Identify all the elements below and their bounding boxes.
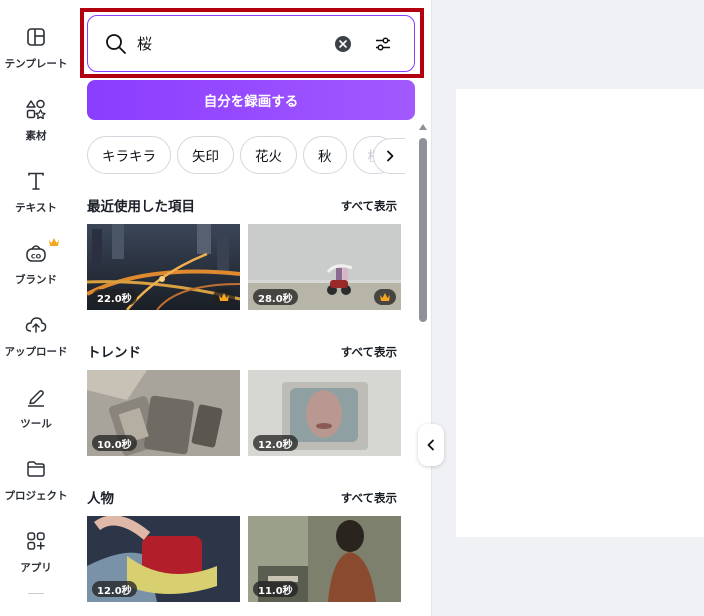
svg-text:CO: CO (31, 253, 42, 261)
rail-item-elements[interactable]: 素材 (0, 92, 72, 156)
search-input[interactable]: 桜 (87, 15, 415, 72)
duration-badge: 11.0秒 (253, 581, 298, 597)
video-thumbnail[interactable]: 22.0秒 (87, 224, 240, 310)
video-thumbnail[interactable]: 12.0秒 (248, 370, 401, 456)
upload-icon (25, 314, 47, 336)
text-icon (25, 170, 47, 192)
rail-item-uploads[interactable]: アップロード (0, 308, 72, 372)
rail-label: テンプレート (4, 58, 68, 70)
elements-icon (25, 98, 47, 120)
brand-icon: CO (25, 242, 47, 264)
rail-item-apps[interactable]: アプリ (0, 524, 72, 588)
search-panel: 桜 自分を録画する キラキラ矢印花火秋桜 最近使用した項目 すべて表示 22.0… (72, 0, 432, 616)
rail-label: テキスト (15, 202, 57, 214)
duration-badge: 12.0秒 (92, 581, 137, 597)
duration-badge: 22.0秒 (92, 289, 137, 305)
premium-crown-icon (374, 289, 396, 305)
panel-scrollbar[interactable] (418, 124, 428, 616)
rail-item-tools[interactable]: ツール (0, 380, 72, 444)
design-canvas[interactable] (456, 89, 704, 537)
rail-item-brand[interactable]: CO ブランド (0, 236, 72, 300)
tools-icon (25, 386, 47, 408)
see-all-recent-link[interactable]: すべて表示 (341, 198, 397, 214)
chip[interactable]: キラキラ (87, 136, 171, 174)
rail-label: アプリ (20, 562, 52, 574)
section-title-recent: 最近使用した項目 (87, 199, 195, 215)
section-title-trend: トレンド (87, 345, 141, 361)
collapse-panel-button[interactable] (418, 424, 444, 466)
rail-item-text[interactable]: テキスト (0, 164, 72, 228)
video-thumbnail[interactable]: 28.0秒 (248, 224, 401, 310)
duration-badge: 12.0秒 (253, 435, 298, 451)
rail-divider (28, 593, 44, 594)
see-all-trend-link[interactable]: すべて表示 (341, 344, 397, 360)
rail-label: プロジェクト (4, 490, 68, 502)
see-all-people-link[interactable]: すべて表示 (341, 490, 397, 506)
chevron-left-icon (427, 439, 434, 451)
video-thumbnail[interactable]: 10.0秒 (87, 370, 240, 456)
chips-next-button[interactable] (373, 138, 405, 174)
scroll-up-arrow[interactable] (419, 124, 427, 130)
chevron-right-icon (386, 150, 393, 162)
record-yourself-button[interactable]: 自分を録画する (87, 80, 415, 120)
duration-badge: 28.0秒 (253, 289, 298, 305)
video-thumbnail[interactable]: 11.0秒 (248, 516, 401, 602)
apps-icon (25, 530, 47, 552)
crown-icon (48, 232, 60, 246)
premium-crown-icon (213, 289, 235, 305)
filter-icon[interactable] (374, 35, 392, 53)
duration-badge: 10.0秒 (92, 435, 137, 451)
chip[interactable]: 矢印 (177, 136, 234, 174)
folder-icon (25, 458, 47, 480)
rail-item-templates[interactable]: テンプレート (0, 20, 72, 84)
rail-label: ブランド (15, 274, 57, 286)
section-title-people: 人物 (87, 491, 114, 507)
rail-item-projects[interactable]: プロジェクト (0, 452, 72, 516)
clear-icon[interactable] (334, 35, 352, 53)
scroll-thumb[interactable] (419, 138, 427, 322)
search-value[interactable]: 桜 (137, 33, 334, 54)
left-rail: テンプレート 素材 テキスト CO ブランド アップロード ツール プロジェクト… (0, 0, 72, 616)
chip[interactable]: 秋 (303, 136, 347, 174)
chip[interactable]: 花火 (240, 136, 297, 174)
template-icon (25, 26, 47, 48)
video-thumbnail[interactable]: 12.0秒 (87, 516, 240, 602)
rail-label: ツール (20, 418, 52, 430)
rail-label: アップロード (4, 346, 68, 358)
rail-label: 素材 (25, 130, 47, 142)
suggestion-chips: キラキラ矢印花火秋桜 (87, 136, 409, 176)
search-icon (106, 33, 126, 54)
